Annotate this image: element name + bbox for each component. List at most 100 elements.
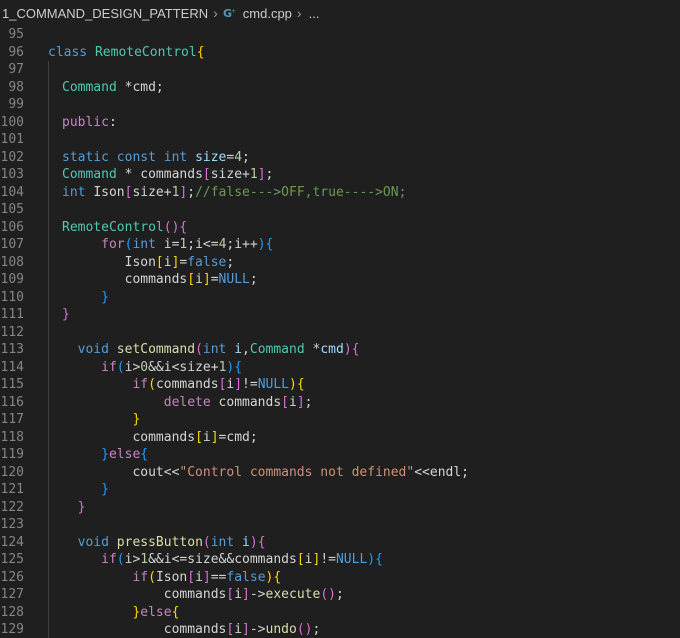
- code-token: for: [101, 237, 125, 252]
- code-text: public:: [62, 114, 117, 132]
- code-token: ;: [304, 394, 313, 410]
- code-line[interactable]: 107 for(int i=1;i<=4;i++){: [0, 236, 680, 254]
- code-line[interactable]: 110 }: [0, 288, 680, 306]
- code-line[interactable]: 105: [0, 201, 680, 219]
- breadcrumb-folder[interactable]: 1_COMMAND_DESIGN_PATTERN: [0, 6, 208, 21]
- code-line[interactable]: 113 void setCommand(int i,Command *cmd){: [0, 341, 680, 359]
- code-line[interactable]: 123: [0, 516, 680, 534]
- code-token: [: [281, 394, 289, 410]
- code-line[interactable]: 118 commands[i]=cmd;: [0, 428, 680, 446]
- indent-guide: [48, 271, 49, 289]
- code-token: NULL: [218, 272, 250, 287]
- code-line[interactable]: 126 if(Ison[i]==false){: [0, 568, 680, 586]
- line-number: 115: [0, 377, 24, 392]
- code-line[interactable]: 109 commands[i]=NULL;: [0, 271, 680, 289]
- breadcrumb-file[interactable]: cmd.cpp: [241, 6, 292, 21]
- code-line[interactable]: 120 cout<<"Control commands not defined"…: [0, 463, 680, 482]
- code-token: execute: [265, 587, 321, 602]
- code-line[interactable]: 103 Command * commands[size+1];: [0, 166, 680, 184]
- code-text: void pressButton(int i){: [62, 534, 266, 552]
- code-line[interactable]: 96 class RemoteControl{: [0, 44, 680, 62]
- code-line[interactable]: 112: [0, 323, 680, 341]
- code-text: RemoteControl(){: [62, 219, 187, 237]
- code-token: ;: [242, 149, 250, 165]
- code-token: void: [77, 342, 117, 357]
- indent-guide: [48, 183, 49, 201]
- code-token: i=: [163, 237, 180, 252]
- indent-guide: [48, 376, 49, 394]
- code-line[interactable]: 121 }: [0, 481, 680, 499]
- code-line[interactable]: 116 delete commands[i];: [0, 393, 680, 412]
- code-line[interactable]: 114 if(i>0&&i<size+1){: [0, 358, 680, 376]
- code-token: {: [140, 447, 149, 462]
- line-number: 125: [0, 552, 24, 567]
- code-text: Command *cmd;: [62, 79, 164, 97]
- code-token: ): [249, 534, 258, 550]
- indent-guide: [48, 113, 49, 131]
- line-number: 113: [0, 342, 24, 357]
- code-line[interactable]: 119 }else{: [0, 446, 680, 464]
- code-line[interactable]: 127 commands[i]->execute();: [0, 586, 680, 604]
- code-token: &&i<size+: [148, 359, 219, 375]
- code-line[interactable]: 115 if(commands[i]!=NULL){: [0, 376, 680, 394]
- code-token: ): [343, 342, 352, 357]
- code-token: ;i++: [226, 237, 258, 252]
- line-number: 101: [0, 132, 24, 147]
- code-token: i: [202, 429, 211, 445]
- code-editor[interactable]: 95 96 class RemoteControl{97 98 Command *cmd…: [0, 26, 680, 638]
- indent-guide: [48, 341, 49, 359]
- code-line[interactable]: 98 Command *cmd;: [0, 78, 680, 97]
- code-token: }: [62, 307, 70, 322]
- code-token: 1: [249, 167, 258, 182]
- line-number: 106: [0, 219, 24, 235]
- code-token: i: [195, 569, 203, 585]
- code-line[interactable]: 124 void pressButton(int i){: [0, 533, 680, 552]
- code-line[interactable]: 122 }: [0, 498, 680, 516]
- code-line[interactable]: 100 public:: [0, 113, 680, 132]
- code-text: delete commands[i];: [62, 394, 313, 412]
- code-token: ->: [249, 622, 266, 637]
- code-token: &&i<=size&&commands: [148, 552, 297, 567]
- indent-guide: [48, 533, 49, 551]
- code-line[interactable]: 111}: [0, 306, 680, 324]
- code-line[interactable]: 106 RemoteControl(){: [0, 218, 680, 237]
- indent-guide: [48, 428, 49, 446]
- code-text: }: [62, 481, 109, 499]
- code-token: (): [296, 622, 313, 637]
- code-token: (: [116, 359, 125, 375]
- code-line[interactable]: 125 if(i>1&&i<=size&&commands[i]!=NULL){: [0, 551, 680, 569]
- code-line[interactable]: 117 }: [0, 411, 680, 429]
- line-number: 123: [0, 517, 24, 532]
- code-text: int Ison[size+1];//false--->OFF,true----…: [62, 184, 406, 202]
- code-text: cout<<"Control commands not defined"<<en…: [62, 464, 469, 482]
- code-line[interactable]: 102 static const int size=4;: [0, 148, 680, 166]
- code-token: 1: [140, 552, 149, 567]
- code-text: class RemoteControl{: [48, 44, 205, 62]
- code-line[interactable]: 108 Ison[i]=false;: [0, 253, 680, 271]
- code-line[interactable]: 101: [0, 131, 680, 149]
- code-token: {: [273, 569, 282, 585]
- breadcrumb-more[interactable]: ...: [307, 6, 320, 21]
- code-token: ;: [226, 254, 235, 270]
- chevron-right-icon: ›: [296, 5, 302, 21]
- code-token: !=: [320, 552, 336, 567]
- code-token: undo: [265, 622, 297, 637]
- code-token: [: [296, 552, 305, 567]
- code-text: commands[i]->execute();: [62, 586, 344, 604]
- code-token: {: [265, 237, 274, 252]
- line-number: 97: [8, 62, 24, 77]
- code-token: NULL: [335, 552, 368, 567]
- code-line[interactable]: 99: [0, 96, 680, 114]
- code-token: !=: [242, 377, 258, 392]
- code-line[interactable]: 95: [0, 26, 680, 44]
- line-number: 121: [0, 482, 24, 497]
- code-line[interactable]: 128 }else{: [0, 603, 680, 621]
- code-text: for(int i=1;i<=4;i++){: [62, 236, 273, 254]
- code-line[interactable]: 97: [0, 61, 680, 79]
- code-line[interactable]: 129 commands[i]->undo();: [0, 621, 680, 638]
- code-line[interactable]: 104 int Ison[size+1];//false--->OFF,true-…: [0, 183, 680, 202]
- code-token: {: [234, 359, 243, 375]
